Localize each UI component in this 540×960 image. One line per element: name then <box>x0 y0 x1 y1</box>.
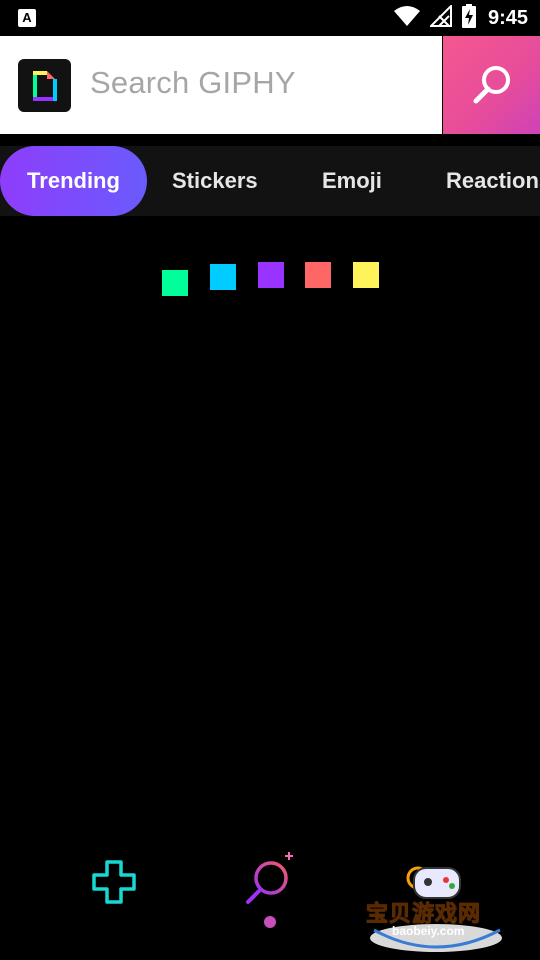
battery-charging-icon <box>461 3 476 33</box>
no-signal-icon <box>428 3 452 32</box>
giphy-logo-icon <box>18 59 71 112</box>
search-placeholder: Search GIPHY <box>90 65 296 100</box>
tab-reactions[interactable]: Reactions <box>446 146 540 216</box>
search-input[interactable]: Search GIPHY <box>0 36 442 134</box>
wifi-icon <box>393 5 420 32</box>
active-indicator-dot <box>264 916 276 928</box>
watermark-url: baobeiy.com <box>392 924 465 938</box>
loader-square <box>162 270 188 296</box>
create-button[interactable] <box>90 858 138 911</box>
status-icons: 9:45 <box>393 3 528 33</box>
create-plus-icon <box>92 860 136 904</box>
loader-square <box>210 264 236 290</box>
loader-square <box>305 262 331 288</box>
notification-icon: A <box>18 9 36 27</box>
search-bar: Search GIPHY <box>0 36 540 134</box>
status-time: 9:45 <box>487 6 528 29</box>
search-icon <box>246 852 293 904</box>
tab-stickers[interactable]: Stickers <box>172 146 258 216</box>
tab-trending[interactable]: Trending <box>0 146 147 216</box>
loader-square <box>258 262 284 288</box>
category-tabs: Trending Stickers Emoji Reactions <box>0 146 540 216</box>
search-button[interactable] <box>443 36 540 134</box>
tab-emoji[interactable]: Emoji <box>322 146 382 216</box>
watermark: 宝贝游戏网 baobeiy.com <box>362 860 512 958</box>
search-icon <box>473 66 510 104</box>
loader-square <box>353 262 379 288</box>
status-bar: A 9:45 <box>0 0 540 36</box>
search-tab-button[interactable] <box>242 848 302 915</box>
